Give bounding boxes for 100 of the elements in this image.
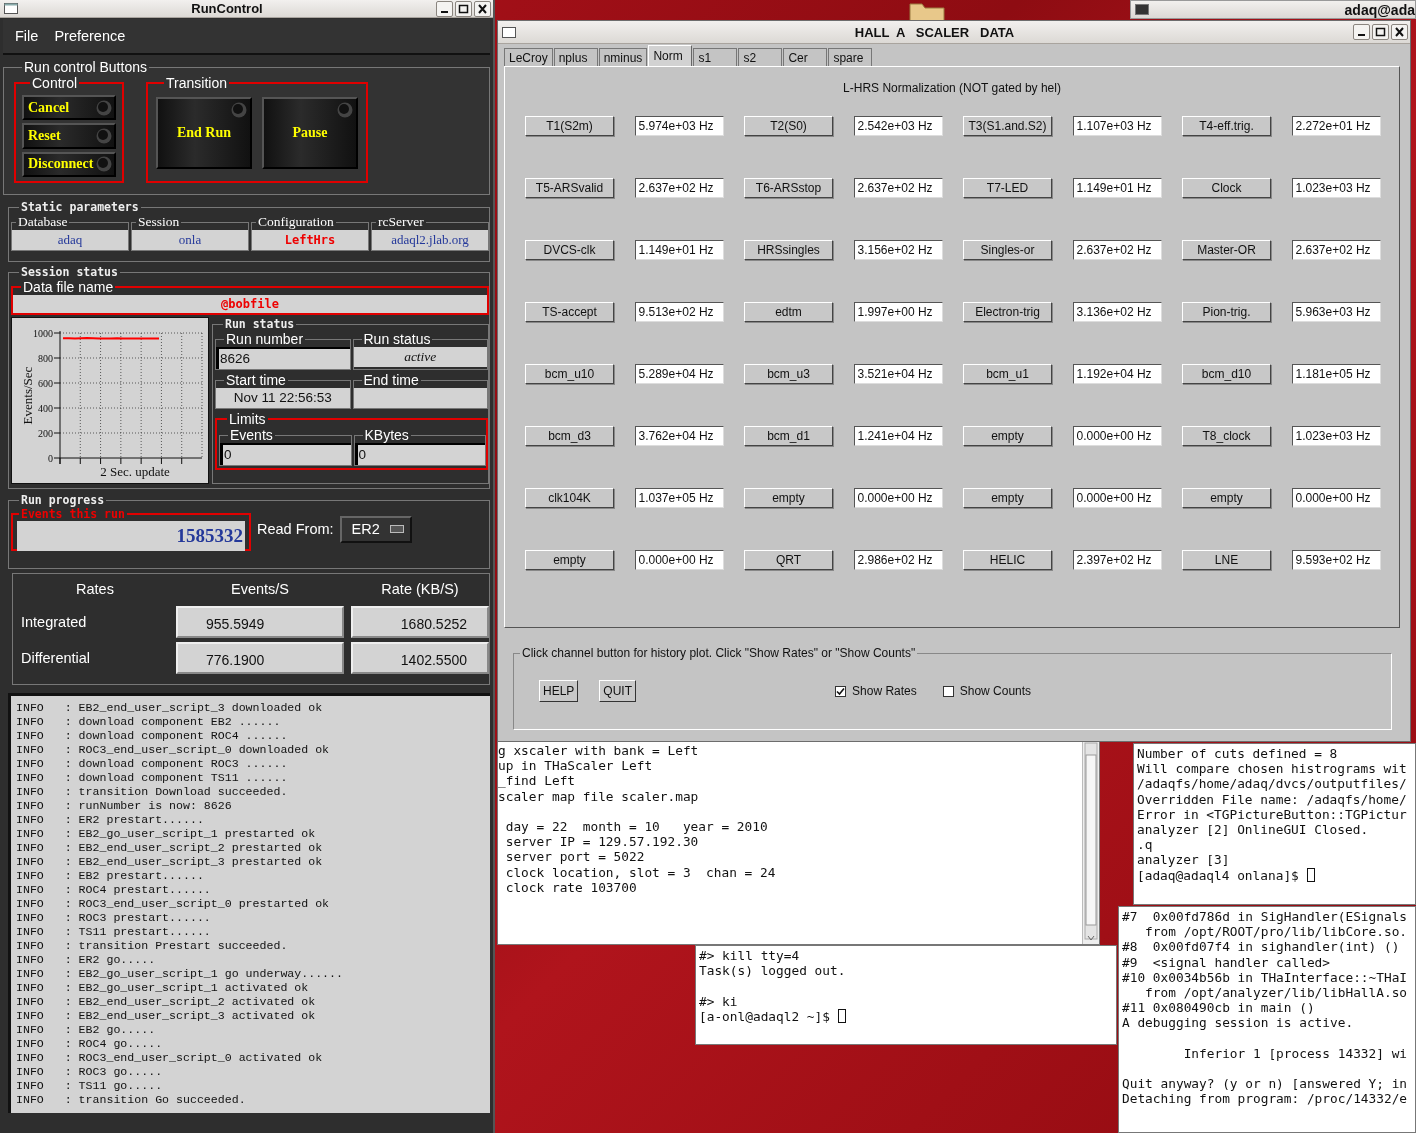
action-button[interactable]: QUIT bbox=[599, 680, 637, 702]
field-label: Session bbox=[137, 214, 181, 230]
checkbox-label: Show Rates bbox=[852, 684, 917, 698]
row-label: Differential bbox=[21, 650, 92, 666]
terminal-line: [adaq@adaql4 onlana]$ bbox=[1137, 867, 1415, 883]
group-label: Transition bbox=[165, 75, 228, 91]
menu-item[interactable]: File bbox=[15, 28, 39, 44]
terminal-line: Quit anyway? (y or n) [answered Y; in bbox=[1122, 1076, 1409, 1092]
terminal-line: Number of cuts defined = 8 bbox=[1137, 746, 1339, 762]
channel-button[interactable]: DVCS-clk bbox=[525, 240, 614, 260]
tab[interactable]: Norm bbox=[648, 45, 693, 66]
terminal-line: analyzer [2] OnlineGUI Closed. bbox=[1137, 822, 1370, 838]
channel-button[interactable]: Electron-trig bbox=[963, 302, 1052, 322]
rate-value: 1.023e+03 Hz bbox=[1291, 178, 1381, 198]
terminal-line: clock rate 103700 bbox=[504, 879, 638, 895]
channel-button[interactable]: bcm_u10 bbox=[525, 364, 614, 384]
checkbox[interactable] bbox=[835, 685, 847, 697]
rate-value: 2.397e+02 Hz bbox=[1072, 550, 1162, 570]
channel-button[interactable]: HRSsingles bbox=[744, 240, 833, 260]
channel-button[interactable]: bcm_u1 bbox=[963, 364, 1052, 384]
terminal-line: #> ki bbox=[699, 993, 739, 1009]
group-label: Run control Buttons bbox=[23, 59, 148, 75]
channel-button[interactable]: Clock bbox=[1182, 178, 1271, 198]
field-value: adaql2.jlab.org bbox=[372, 230, 488, 250]
channel-button[interactable]: LNE bbox=[1182, 550, 1271, 570]
channel-button[interactable]: TS-accept bbox=[525, 302, 614, 322]
menu-item[interactable]: Preference bbox=[54, 28, 126, 44]
column-header: Events/S bbox=[230, 581, 290, 597]
row-label: Integrated bbox=[21, 614, 88, 630]
dropdown-icon bbox=[389, 525, 404, 533]
field-label: rcServer bbox=[377, 214, 425, 230]
rate-value: 776.1900 bbox=[176, 642, 344, 674]
channel-button[interactable]: Master-OR bbox=[1182, 240, 1271, 260]
channel-button[interactable]: bcm_d3 bbox=[525, 426, 614, 446]
tab[interactable]: Cer bbox=[783, 48, 828, 66]
window-title: adaq@ada bbox=[1343, 1, 1415, 18]
terminal-line: Task(s) logged out. bbox=[699, 963, 847, 979]
channel-button[interactable]: bcm_d10 bbox=[1182, 364, 1271, 384]
rate-value: 1.149e+01 Hz bbox=[1072, 178, 1162, 198]
channel-button[interactable]: T8_clock bbox=[1182, 426, 1271, 446]
read-from-dropdown[interactable]: ER2 bbox=[339, 515, 412, 543]
checkbox[interactable] bbox=[942, 685, 954, 697]
terminal-line: #7 0x00fd786d in SigHandler(ESignals bbox=[1122, 909, 1409, 925]
log-line: INFO : ER2 go..... bbox=[16, 953, 157, 967]
control-button[interactable]: Reset bbox=[22, 123, 116, 149]
channel-button[interactable]: empty bbox=[963, 488, 1052, 508]
channel-button[interactable]: bcm_d1 bbox=[744, 426, 833, 446]
terminal-line: Will compare chosen histrograms wit bbox=[1137, 761, 1408, 777]
channel-button[interactable]: empty bbox=[1182, 488, 1271, 508]
channel-button[interactable]: T4-eff.trig. bbox=[1182, 116, 1271, 136]
terminal-line: Detaching from program: /proc/14332/e bbox=[1122, 1091, 1409, 1107]
minimize-icon[interactable] bbox=[436, 0, 453, 17]
channel-button[interactable]: edtm bbox=[744, 302, 833, 322]
tab[interactable]: s1 bbox=[693, 48, 738, 66]
close-icon[interactable] bbox=[474, 0, 491, 17]
channel-button[interactable]: T3(S1.and.S2) bbox=[963, 116, 1052, 136]
tab[interactable]: LeCroy bbox=[504, 48, 553, 66]
terminal-line: Overridden File name: /adaqfs/home/ bbox=[1137, 791, 1408, 807]
channel-button[interactable]: Singles-or bbox=[963, 240, 1052, 260]
rate-value: 1.241e+04 Hz bbox=[853, 426, 943, 446]
channel-button[interactable]: empty bbox=[744, 488, 833, 508]
maximize-icon[interactable] bbox=[1372, 24, 1389, 40]
transition-button[interactable]: Pause bbox=[262, 97, 358, 169]
rate-value: 1.181e+05 Hz bbox=[1291, 364, 1381, 384]
channel-button[interactable]: T2(S0) bbox=[744, 116, 833, 136]
transition-button[interactable]: End Run bbox=[156, 97, 252, 169]
rate-value: 0.000e+00 Hz bbox=[1291, 488, 1381, 508]
channel-button[interactable]: T5-ARSvalid bbox=[525, 178, 614, 198]
terminal-line: /adaqfs/home/adaq/dvcs/outputfiles/ bbox=[1137, 776, 1408, 792]
terminal-line: clock location, slot = 3 chan = 24 bbox=[504, 864, 777, 880]
control-button[interactable]: Cancel bbox=[22, 95, 116, 121]
log-line: INFO : download component TS11 ...... bbox=[16, 771, 289, 785]
minimize-icon[interactable] bbox=[1353, 24, 1370, 40]
control-button[interactable]: Disconnect bbox=[22, 151, 116, 177]
channel-button[interactable]: Pion-trig. bbox=[1182, 302, 1271, 322]
action-button[interactable]: HELP bbox=[539, 680, 579, 702]
channel-button[interactable]: empty bbox=[963, 426, 1052, 446]
button-label: Reset bbox=[28, 128, 61, 144]
input-field[interactable]: 0 bbox=[354, 443, 485, 465]
channel-button[interactable]: bcm_u3 bbox=[744, 364, 833, 384]
input-field[interactable]: 0 bbox=[220, 443, 351, 465]
tab[interactable]: nplus bbox=[553, 48, 598, 66]
channel-button[interactable]: T1(S2m) bbox=[525, 116, 614, 136]
log-line: INFO : transition Go succeeded. bbox=[16, 1093, 247, 1107]
log-line: INFO : download component EB2 ...... bbox=[16, 715, 282, 729]
close-icon[interactable] bbox=[1391, 24, 1408, 40]
maximize-icon[interactable] bbox=[455, 0, 472, 17]
tab[interactable]: s2 bbox=[738, 48, 783, 66]
channel-button[interactable]: HELIC bbox=[963, 550, 1052, 570]
log-line: INFO : EB2 go..... bbox=[16, 1023, 157, 1037]
tab[interactable]: spare bbox=[828, 48, 873, 66]
channel-button[interactable]: clk104K bbox=[525, 488, 614, 508]
channel-button[interactable]: empty bbox=[525, 550, 614, 570]
tab[interactable]: nminus bbox=[598, 48, 648, 66]
column-header: Rates bbox=[75, 581, 115, 597]
channel-button[interactable]: QRT bbox=[744, 550, 833, 570]
log-line: INFO : download component ROC3 ...... bbox=[16, 757, 289, 771]
scrollbar[interactable] bbox=[1082, 741, 1099, 944]
channel-button[interactable]: T7-LED bbox=[963, 178, 1052, 198]
channel-button[interactable]: T6-ARSstop bbox=[744, 178, 833, 198]
